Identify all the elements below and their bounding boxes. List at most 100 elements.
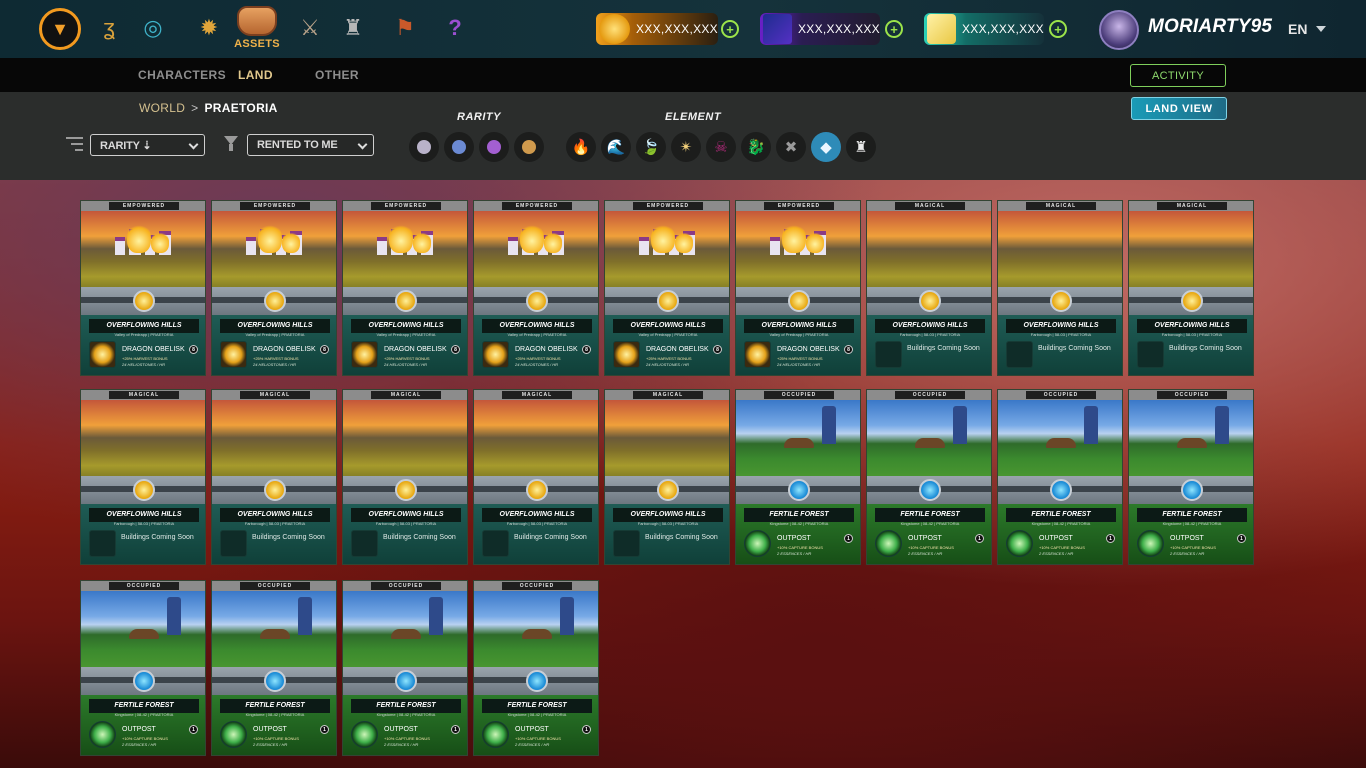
land-card[interactable]: OCCUPIED FERTILE FOREST Kingstome | 08-42 …	[1128, 389, 1254, 565]
death-element-icon: ☠	[714, 138, 728, 156]
compass-icon[interactable]: ✹	[194, 12, 224, 44]
element-filter-4[interactable]: ☠	[706, 132, 736, 162]
card-element-gem-icon	[788, 479, 810, 501]
rarity-filter-3[interactable]	[514, 132, 544, 162]
land-card[interactable]: MAGICAL OVERFLOWING HILLS Farborough | 58-…	[997, 200, 1123, 376]
scroll-icon[interactable]: ʓ	[94, 12, 124, 44]
element-filter-8[interactable]: ♜	[846, 132, 876, 162]
card-land-location: Valley of Predrapp | PRAETORIA	[114, 332, 174, 337]
card-element-gem-icon	[1181, 479, 1203, 501]
water-element-icon: 🌊	[606, 138, 626, 156]
castle-art-icon	[504, 221, 570, 255]
card-land-name: OVERFLOWING HILLS	[351, 508, 461, 522]
card-status-ribbon: MAGICAL	[81, 390, 205, 400]
land-card[interactable]: OCCUPIED FERTILE FOREST Kingstome | 08-42 …	[473, 580, 599, 756]
rarity-filter-2[interactable]	[479, 132, 509, 162]
land-card[interactable]: OCCUPIED FERTILE FOREST Kingstome | 08-42 …	[211, 580, 337, 756]
land-card[interactable]: OCCUPIED FERTILE FOREST Kingstome | 08-42 …	[342, 580, 468, 756]
land-view-button[interactable]: LAND VIEW	[1131, 97, 1227, 120]
card-element-gem-icon	[395, 290, 417, 312]
outpost-building-icon	[351, 721, 378, 748]
castle-icon[interactable]: ♜	[338, 12, 368, 44]
card-land-art	[343, 400, 467, 484]
add-coin-button[interactable]: +	[721, 20, 739, 38]
land-card[interactable]: MAGICAL OVERFLOWING HILLS Farborough | 58-…	[866, 200, 992, 376]
help-icon[interactable]: ?	[440, 12, 470, 44]
chevron-down-icon	[188, 139, 199, 150]
element-filter-5[interactable]: 🐉	[741, 132, 771, 162]
element-filter-3[interactable]: ✴	[671, 132, 701, 162]
banner-icon[interactable]: ⚑	[390, 12, 420, 44]
tab-land[interactable]: LAND	[238, 68, 273, 82]
building-bonus: +25% HARVEST BONUS	[122, 356, 168, 361]
land-card[interactable]: MAGICAL OVERFLOWING HILLS Farborough | 58-…	[342, 389, 468, 565]
land-card[interactable]: MAGICAL OVERFLOWING HILLS Farborough | 58-…	[1128, 200, 1254, 376]
card-status-ribbon: EMPOWERED	[736, 201, 860, 211]
land-card[interactable]: EMPOWERED OVERFLOWING HILLS Valley of Pred…	[342, 200, 468, 376]
element-filter-7[interactable]: ◆	[811, 132, 841, 162]
card-element-gem-icon	[1181, 290, 1203, 312]
card-status-ribbon: OCCUPIED	[867, 390, 991, 400]
outpost-building-icon	[875, 530, 902, 557]
land-card[interactable]: EMPOWERED OVERFLOWING HILLS Valley of Pred…	[735, 200, 861, 376]
language-selector[interactable]: EN	[1288, 21, 1307, 37]
card-status: MAGICAL	[1157, 202, 1227, 210]
activity-button[interactable]: ACTIVITY	[1130, 64, 1226, 87]
land-card[interactable]: OCCUPIED FERTILE FOREST Kingstome | 08-42 …	[735, 389, 861, 565]
card-land-art	[867, 211, 991, 295]
land-card[interactable]: MAGICAL OVERFLOWING HILLS Farborough | 58-…	[80, 389, 206, 565]
building-name: OUTPOST	[122, 726, 156, 733]
sort-select-value: RARITY ⇣	[100, 139, 152, 152]
empty-building-slot	[220, 530, 247, 557]
nav-assets[interactable]: ASSETS	[234, 6, 280, 54]
rarity-filter-0[interactable]	[409, 132, 439, 162]
land-card[interactable]: EMPOWERED OVERFLOWING HILLS Valley of Pred…	[473, 200, 599, 376]
element-filter-2[interactable]: 🍃	[636, 132, 666, 162]
land-card[interactable]: EMPOWERED OVERFLOWING HILLS Valley of Pred…	[80, 200, 206, 376]
card-status-ribbon: MAGICAL	[212, 390, 336, 400]
tab-other[interactable]: OTHER	[315, 68, 359, 82]
card-land-name: FERTILE FOREST	[482, 699, 592, 713]
building-name: DRAGON OBELISK	[384, 346, 447, 353]
land-card[interactable]: MAGICAL OVERFLOWING HILLS Farborough | 58-…	[473, 389, 599, 565]
land-card[interactable]: OCCUPIED FERTILE FOREST Kingstome | 08-42 …	[997, 389, 1123, 565]
ownership-select[interactable]: RENTED TO ME	[247, 134, 374, 156]
land-card[interactable]: EMPOWERED OVERFLOWING HILLS Valley of Pred…	[604, 200, 730, 376]
land-card[interactable]: OCCUPIED FERTILE FOREST Kingstome | 08-42 …	[80, 580, 206, 756]
element-filter-6[interactable]: ✖	[776, 132, 806, 162]
land-element-icon: ♜	[854, 138, 868, 156]
tab-characters[interactable]: CHARACTERS	[138, 68, 226, 82]
element-filter-0[interactable]: 🔥	[566, 132, 596, 162]
add-gem-button[interactable]: +	[885, 20, 903, 38]
battle-logo-icon[interactable]: ▼	[39, 8, 81, 50]
building-rate: 2 ESSENCES / HR	[1039, 551, 1074, 556]
card-land-name: OVERFLOWING HILLS	[89, 319, 199, 333]
building-name: OUTPOST	[777, 535, 811, 542]
card-element-gem-icon	[264, 479, 286, 501]
card-element-gem-icon	[1050, 290, 1072, 312]
land-card[interactable]: EMPOWERED OVERFLOWING HILLS Valley of Pred…	[211, 200, 337, 376]
vortex-icon[interactable]: ◎	[138, 12, 168, 44]
land-card[interactable]: MAGICAL OVERFLOWING HILLS Farborough | 58-…	[604, 389, 730, 565]
land-card[interactable]: OCCUPIED FERTILE FOREST Kingstome | 08-42 …	[866, 389, 992, 565]
hut-art-icon	[391, 629, 421, 639]
user-avatar[interactable]	[1099, 10, 1139, 50]
credits-icon	[927, 14, 956, 44]
rarity-filter-1[interactable]	[444, 132, 474, 162]
filter-icon-stem	[229, 144, 233, 151]
sort-select[interactable]: RARITY ⇣	[90, 134, 205, 156]
outpost-building-icon	[220, 721, 247, 748]
username[interactable]: MORIARTY95	[1148, 16, 1272, 38]
coin-balance: XXX,XXX,XXX	[596, 13, 718, 45]
card-status: OCCUPIED	[109, 582, 179, 590]
chevron-down-icon[interactable]	[1316, 26, 1326, 32]
card-status: OCCUPIED	[895, 391, 965, 399]
add-credits-button[interactable]: +	[1049, 20, 1067, 38]
card-element-gem-icon	[526, 670, 548, 692]
card-status-ribbon: OCCUPIED	[474, 581, 598, 591]
element-filter-1[interactable]: 🌊	[601, 132, 631, 162]
card-land-location: Kingstome | 08-42 | PRAETORIA	[1031, 521, 1091, 526]
land-card[interactable]: MAGICAL OVERFLOWING HILLS Farborough | 58-…	[211, 389, 337, 565]
breadcrumb-world[interactable]: WORLD	[139, 101, 185, 115]
sword-icon[interactable]: ⚔	[295, 12, 325, 44]
